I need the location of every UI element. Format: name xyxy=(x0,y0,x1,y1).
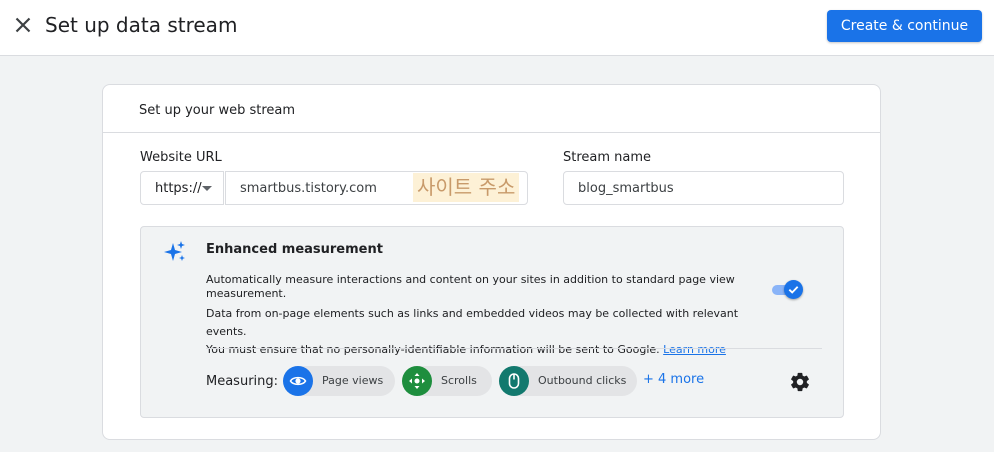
page-title: Set up data stream xyxy=(45,13,238,37)
close-icon xyxy=(15,17,31,33)
website-url-value: smartbus.tistory.com xyxy=(240,181,377,196)
close-button[interactable] xyxy=(10,12,36,38)
chip-page-views[interactable]: Page views xyxy=(283,366,395,396)
stream-name-input[interactable]: blog_smartbus xyxy=(563,171,844,205)
top-bar: Set up data stream Create & continue xyxy=(0,0,994,56)
site-address-annotation: 사이트 주소 xyxy=(413,173,520,202)
create-continue-button[interactable]: Create & continue xyxy=(827,10,982,42)
eye-icon xyxy=(283,366,313,396)
chip-label: Outbound clicks xyxy=(538,374,627,387)
learn-more-link[interactable]: Learn more xyxy=(663,343,726,356)
gear-icon[interactable] xyxy=(789,371,811,393)
chip-label: Page views xyxy=(322,374,384,387)
enhanced-measurement-description: Automatically measure interactions and c… xyxy=(206,273,735,300)
measuring-label: Measuring: xyxy=(206,374,279,389)
chip-scrolls[interactable]: Scrolls xyxy=(402,366,492,396)
mouse-icon xyxy=(499,366,529,396)
toggle-thumb xyxy=(784,280,803,299)
website-url-label: Website URL xyxy=(140,150,222,165)
protocol-value: https:// xyxy=(155,181,202,196)
more-measurements-link[interactable]: + 4 more xyxy=(643,372,704,387)
note-line-2-text: You must ensure that no personally-ident… xyxy=(206,343,660,356)
crosshair-icon xyxy=(402,366,432,396)
enhanced-measurement-panel: Enhanced measurement Automatically measu… xyxy=(140,226,844,418)
caret-down-icon xyxy=(202,186,212,191)
card-title: Set up your web stream xyxy=(139,103,296,118)
enhanced-measurement-note: Data from on-page elements such as links… xyxy=(206,305,766,359)
check-icon xyxy=(788,286,799,294)
chip-label: Scrolls xyxy=(441,374,477,387)
note-line-2: You must ensure that no personally-ident… xyxy=(206,341,766,359)
web-stream-card: Set up your web stream Website URL https… xyxy=(102,84,881,440)
card-header: Set up your web stream xyxy=(103,85,880,133)
sparkle-icon xyxy=(163,240,187,264)
protocol-select[interactable]: https:// xyxy=(140,171,224,205)
enhanced-measurement-toggle[interactable] xyxy=(770,279,806,301)
stream-name-label: Stream name xyxy=(563,150,652,165)
stream-name-value: blog_smartbus xyxy=(578,181,674,196)
website-url-input[interactable]: smartbus.tistory.com 사이트 주소 xyxy=(225,171,528,205)
note-line-1: Data from on-page elements such as links… xyxy=(206,307,739,338)
chip-outbound-clicks[interactable]: Outbound clicks xyxy=(499,366,637,396)
divider xyxy=(206,348,822,349)
enhanced-measurement-title: Enhanced measurement xyxy=(206,242,383,257)
